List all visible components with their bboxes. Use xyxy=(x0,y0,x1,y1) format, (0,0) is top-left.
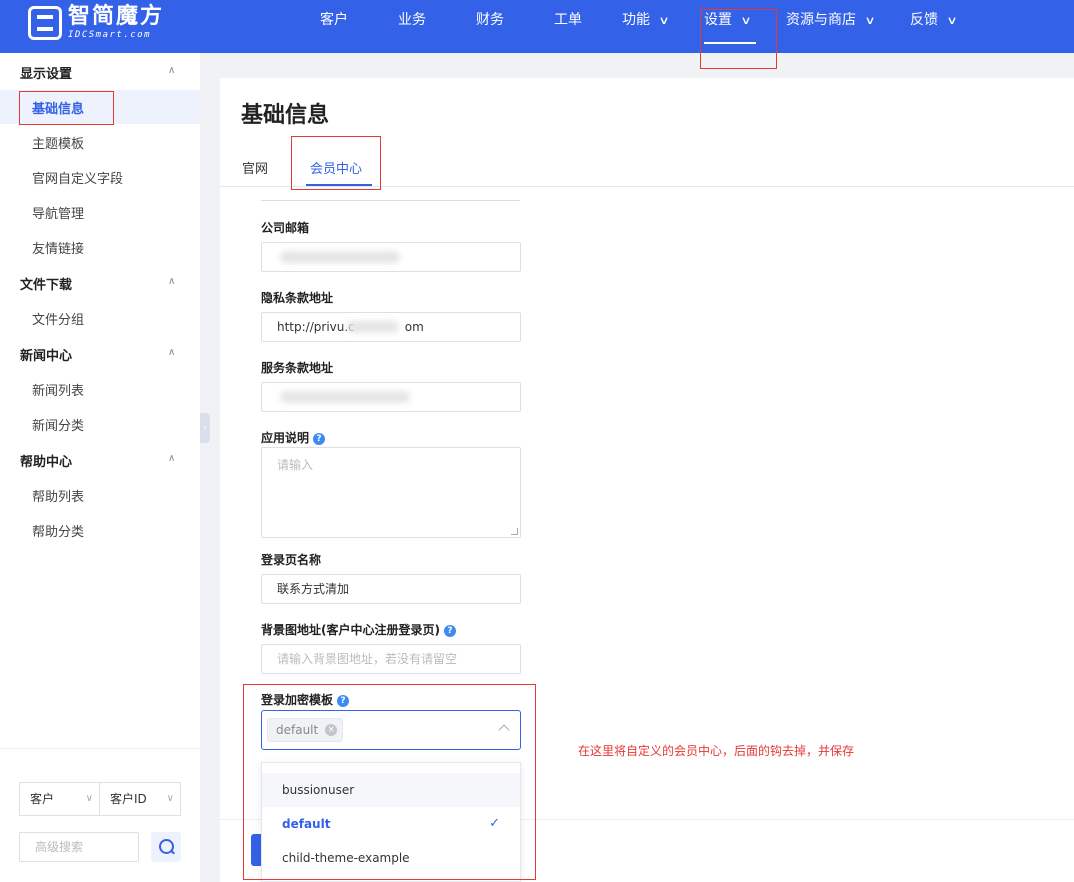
chevron-down-icon: ∨ xyxy=(85,793,93,804)
search-type-select[interactable]: 客户 ∨ xyxy=(19,782,100,816)
caret-up-icon[interactable]: ∧ xyxy=(168,65,178,76)
login-page-name-input[interactable]: 联系方式清加 xyxy=(261,574,521,604)
redacted-text xyxy=(280,391,410,403)
privacy-url-label: 隐私条款地址 xyxy=(261,291,334,305)
caret-up-icon[interactable]: ∧ xyxy=(168,453,178,464)
company-email-input[interactable] xyxy=(261,242,521,272)
brand-logo[interactable]: 智简魔方 IDCSmart.com xyxy=(28,6,164,40)
company-email-label: 公司邮箱 xyxy=(261,221,310,235)
tabs-divider xyxy=(220,186,1074,187)
app-desc-label: 应用说明? xyxy=(261,429,326,446)
caret-up-icon[interactable]: ∧ xyxy=(168,347,178,358)
top-navbar: 智简魔方 IDCSmart.com 客户 业务 财务 工单 功能 ∨ 设置 ∨ 资源… xyxy=(0,0,1074,53)
sidebar-group-display[interactable]: 显示设置 xyxy=(20,63,72,82)
sidebar-item-custom-fields[interactable]: 官网自定义字段 xyxy=(32,168,123,187)
login-template-label: 登录加密模板? xyxy=(261,691,350,708)
close-icon[interactable]: × xyxy=(325,724,338,736)
sidebar-item-news-categories[interactable]: 新闻分类 xyxy=(32,415,84,434)
terms-url-label: 服务条款地址 xyxy=(261,361,334,375)
sidebar-item-file-groups[interactable]: 文件分组 xyxy=(32,309,84,328)
sidebar-item-news-list[interactable]: 新闻列表 xyxy=(32,380,84,399)
chevron-down-icon: ∨ xyxy=(658,14,670,27)
nav-item-tickets[interactable]: 工单 xyxy=(554,0,582,53)
sidebar-item-friend-links[interactable]: 友情链接 xyxy=(32,238,84,257)
tab-active-indicator xyxy=(306,184,372,186)
logo-icon xyxy=(28,6,62,40)
terms-url-input[interactable] xyxy=(261,382,521,412)
chevron-down-icon: ∨ xyxy=(166,793,174,804)
login-page-name-label: 登录页名称 xyxy=(261,553,322,567)
page-title: 基础信息 xyxy=(241,103,330,128)
main-card: 基础信息 官网 会员中心 公司邮箱 隐私条款地址 http://privu.c o… xyxy=(220,78,1074,882)
nav-item-settings[interactable]: 设置 ∨ xyxy=(704,0,752,53)
nav-item-customers[interactable]: 客户 xyxy=(320,0,348,53)
sidebar-group-downloads[interactable]: 文件下载 xyxy=(20,274,72,293)
search-field-select[interactable]: 客户ID ∨ xyxy=(99,782,181,816)
tab-member-center[interactable]: 会员中心 xyxy=(310,158,362,177)
search-icon[interactable] xyxy=(151,832,181,862)
brand-name-cn: 智简魔方 xyxy=(68,4,165,29)
help-icon[interactable]: ? xyxy=(313,433,326,445)
app-desc-textarea[interactable]: 请输入 xyxy=(261,447,521,538)
login-template-dropdown: bussionuser default ✓ child-theme-example xyxy=(261,762,521,882)
nav-item-finance[interactable]: 财务 xyxy=(476,0,504,53)
bg-url-input[interactable]: 请输入背景图地址，若没有请留空 xyxy=(261,644,521,674)
sidebar-item-navigation[interactable]: 导航管理 xyxy=(32,203,84,222)
nav-item-features[interactable]: 功能 ∨ xyxy=(622,0,670,53)
nav-item-resources-store[interactable]: 资源与商店 ∨ xyxy=(786,0,876,53)
sidebar-divider xyxy=(0,748,200,749)
login-template-select[interactable]: default × xyxy=(261,710,521,750)
sidebar-item-theme[interactable]: 主题模板 xyxy=(32,133,84,152)
sidebar-active-background xyxy=(0,90,200,124)
sidebar-item-help-categories[interactable]: 帮助分类 xyxy=(32,521,84,540)
chevron-down-icon: ∨ xyxy=(864,14,876,27)
chevron-down-icon: ∨ xyxy=(740,14,752,27)
option-bussionuser[interactable]: bussionuser xyxy=(262,773,520,807)
brand-name-en: IDCSmart.com xyxy=(68,30,152,40)
tab-website[interactable]: 官网 xyxy=(242,158,268,177)
help-icon[interactable]: ? xyxy=(443,625,456,637)
help-icon[interactable]: ? xyxy=(337,695,350,707)
sidebar-group-news[interactable]: 新闻中心 xyxy=(20,345,72,364)
sidebar-collapse-handle[interactable]: ‹ xyxy=(200,413,210,443)
nav-item-feedback[interactable]: 反馈 ∨ xyxy=(910,0,958,53)
advanced-search-input[interactable]: 高级搜索 xyxy=(19,832,139,862)
sidebar: 显示设置 ∧ 基础信息 主题模板 官网自定义字段 导航管理 友情链接 文件下载 … xyxy=(0,53,200,882)
selected-tag: default × xyxy=(267,718,344,742)
option-child-theme-example[interactable]: child-theme-example xyxy=(262,841,520,875)
nav-active-indicator xyxy=(704,42,756,44)
bg-url-label: 背景图地址(客户中心注册登录页)? xyxy=(261,621,456,638)
check-icon: ✓ xyxy=(489,816,500,831)
annotation-text: 在这里将自定义的会员中心，后面的钩去掉，并保存 xyxy=(578,744,855,758)
chevron-down-icon: ∨ xyxy=(946,14,958,27)
redacted-text xyxy=(347,321,399,333)
sidebar-group-help[interactable]: 帮助中心 xyxy=(20,451,72,470)
redacted-text xyxy=(280,251,400,263)
sidebar-item-basic-info[interactable]: 基础信息 xyxy=(32,98,84,117)
sidebar-item-help-list[interactable]: 帮助列表 xyxy=(32,486,84,505)
form-divider xyxy=(261,200,520,201)
chevron-up-icon[interactable] xyxy=(498,724,510,736)
caret-up-icon[interactable]: ∧ xyxy=(168,276,178,287)
nav-item-business[interactable]: 业务 xyxy=(398,0,426,53)
privacy-url-input[interactable]: http://privu.c om xyxy=(261,312,521,342)
option-default[interactable]: default ✓ xyxy=(262,807,520,841)
